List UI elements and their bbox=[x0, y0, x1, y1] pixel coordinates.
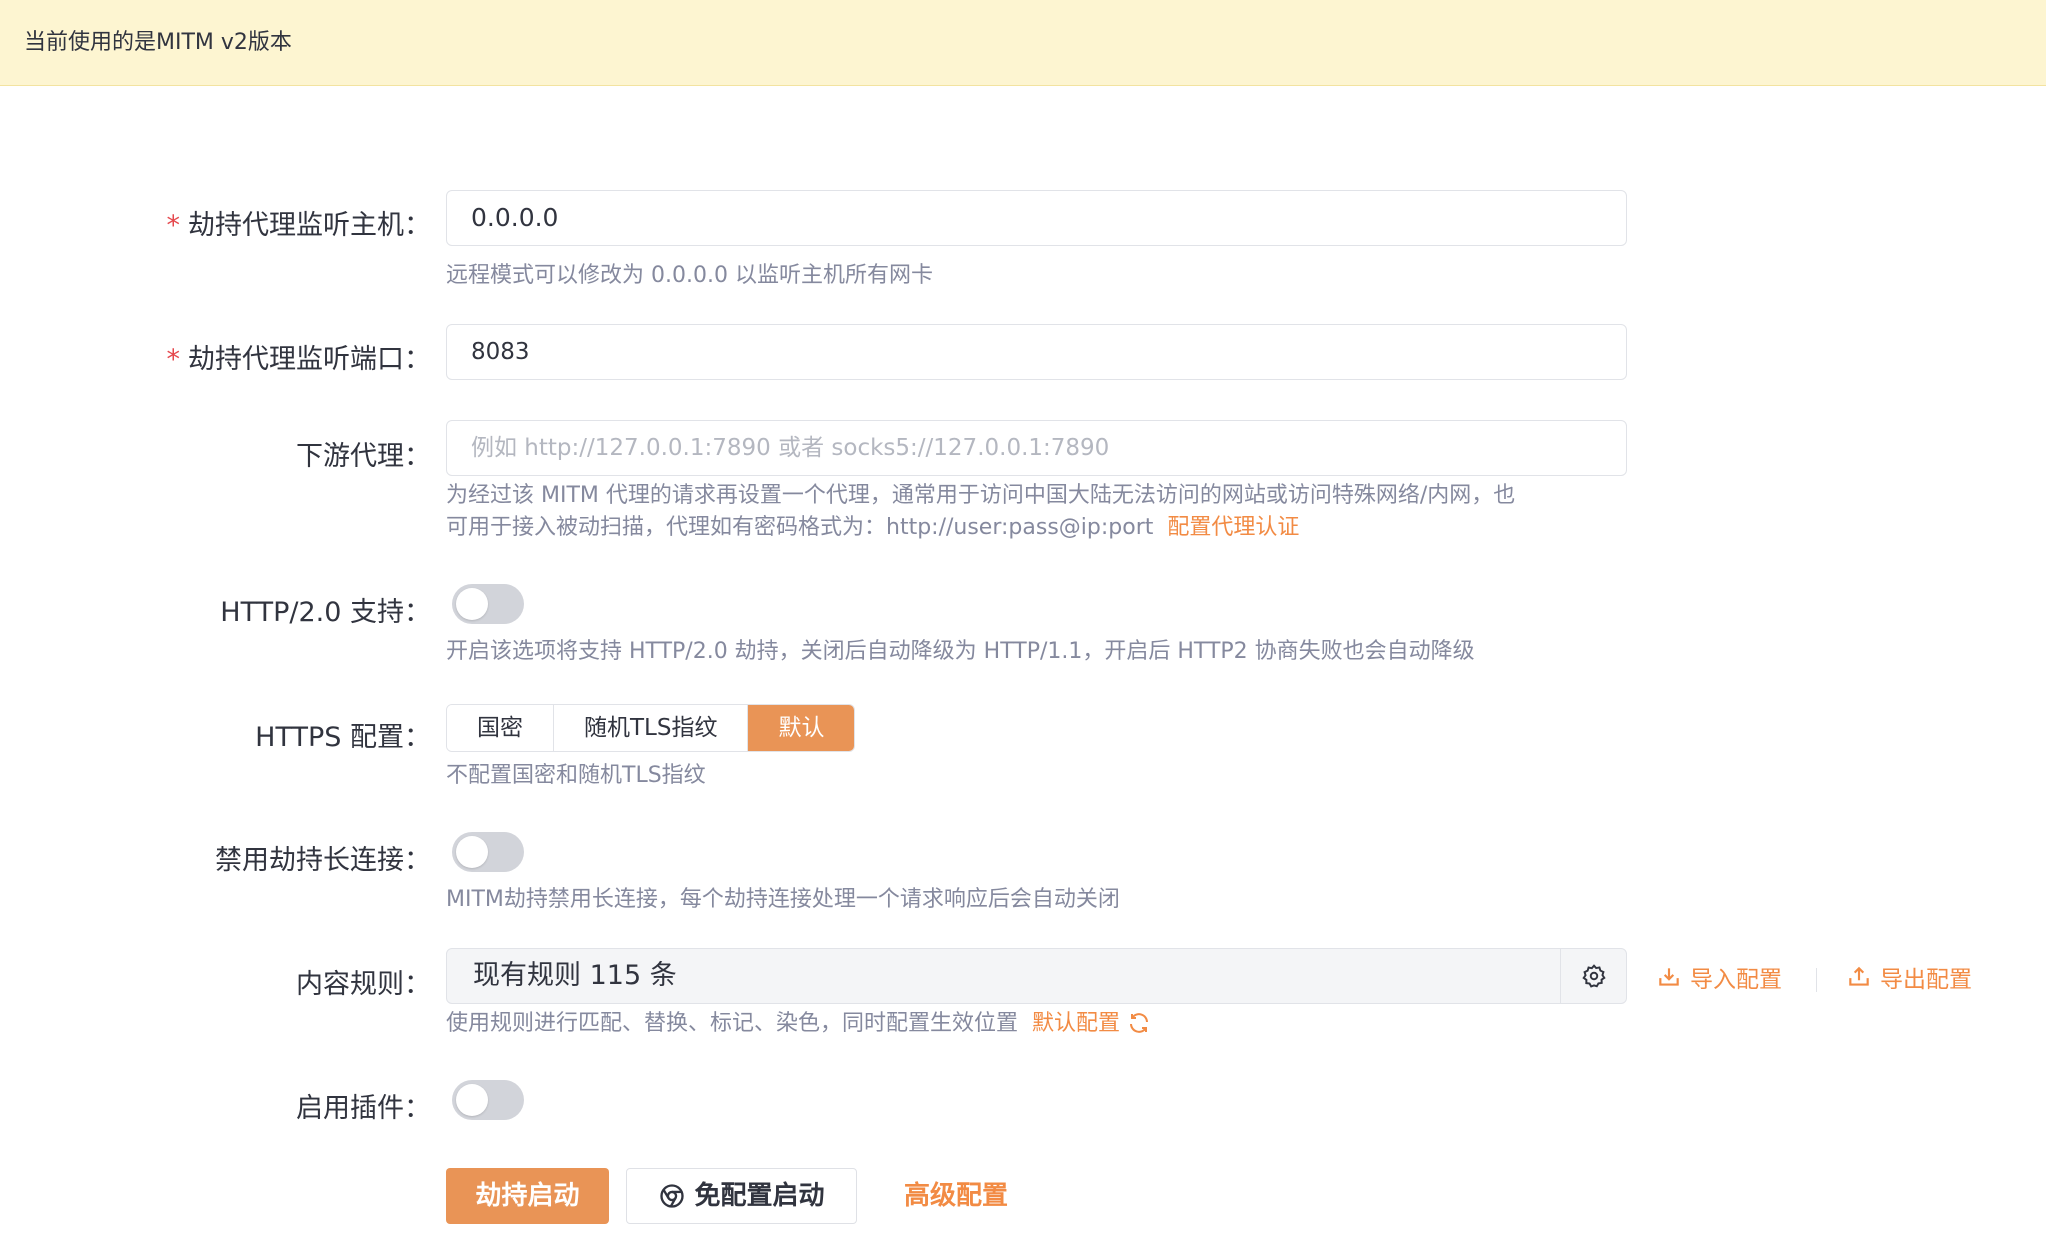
refresh-icon bbox=[1130, 1013, 1149, 1033]
version-banner: 当前使用的是MITM v2版本 bbox=[0, 0, 2046, 86]
host-label-text: 劫持代理监听主机： bbox=[188, 210, 431, 241]
action-divider bbox=[1816, 968, 1817, 992]
toggle-knob bbox=[456, 588, 488, 620]
downstream-help-line2: 可用于接入被动扫描，代理如有密码格式为：http://user:pass@ip:… bbox=[446, 512, 1299, 544]
https-option-random-tls[interactable]: 随机TLS指纹 bbox=[554, 705, 749, 751]
http2-help: 开启该选项将支持 HTTP/2.0 劫持，关闭后自动降级为 HTTP/1.1，开… bbox=[446, 639, 1475, 664]
version-banner-text: 当前使用的是MITM v2版本 bbox=[24, 30, 292, 55]
keepalive-label: 禁用劫持长连接： bbox=[215, 845, 431, 876]
https-segmented-control: 国密 随机TLS指纹 默认 bbox=[446, 704, 856, 752]
rules-summary: 现有规则 115 条 bbox=[473, 960, 677, 991]
downstream-help-text: 可用于接入被动扫描，代理如有密码格式为：http://user:pass@ip:… bbox=[446, 515, 1154, 540]
import-config-label: 导入配置 bbox=[1690, 967, 1782, 993]
export-config-button[interactable]: 导出配置 bbox=[1846, 960, 1972, 994]
downstream-proxy-input[interactable]: 例如 http://127.0.0.1:7890 或者 socks5://127… bbox=[446, 420, 1627, 476]
proxy-auth-link[interactable]: 配置代理认证 bbox=[1167, 515, 1299, 540]
default-config-label: 默认配置 bbox=[1032, 1011, 1121, 1036]
host-help: 远程模式可以修改为 0.0.0.0 以监听主机所有网卡 bbox=[446, 263, 933, 288]
https-help: 不配置国密和随机TLS指纹 bbox=[446, 763, 706, 788]
keepalive-help: MITM劫持禁用长连接，每个劫持连接处理一个请求响应后会自动关闭 bbox=[446, 887, 1120, 912]
default-config-link[interactable]: 默认配置 bbox=[1032, 1011, 1151, 1036]
rules-label: 内容规则： bbox=[296, 969, 431, 1000]
start-no-config-button[interactable]: 免配置启动 bbox=[626, 1168, 857, 1224]
keepalive-toggle[interactable] bbox=[452, 832, 524, 872]
required-mark: * bbox=[166, 210, 181, 241]
https-label: HTTPS 配置： bbox=[255, 722, 431, 753]
chrome-icon bbox=[660, 1184, 685, 1208]
https-option-guomi[interactable]: 国密 bbox=[447, 705, 554, 751]
rules-help-text: 使用规则进行匹配、替换、标记、染色，同时配置生效位置 bbox=[446, 1011, 1019, 1036]
http2-toggle[interactable] bbox=[452, 584, 524, 624]
port-label-text: 劫持代理监听端口： bbox=[188, 344, 431, 375]
export-config-label: 导出配置 bbox=[1880, 967, 1972, 993]
export-icon bbox=[1849, 966, 1869, 986]
downstream-help-line1: 为经过该 MITM 代理的请求再设置一个代理，通常用于访问中国大陆无法访问的网站… bbox=[446, 483, 1516, 508]
http2-label: HTTP/2.0 支持： bbox=[220, 597, 431, 628]
start-no-config-label: 免配置启动 bbox=[694, 1181, 825, 1211]
import-icon bbox=[1659, 968, 1679, 986]
advanced-config-button[interactable]: 高级配置 bbox=[900, 1168, 1012, 1224]
plugins-label: 启用插件： bbox=[296, 1093, 431, 1124]
rules-field[interactable]: 现有规则 115 条 bbox=[446, 948, 1627, 1004]
gear-icon[interactable] bbox=[1560, 949, 1626, 1003]
toggle-knob bbox=[456, 1084, 488, 1116]
plugins-toggle[interactable] bbox=[452, 1080, 524, 1120]
start-hijack-button[interactable]: 劫持启动 bbox=[446, 1168, 609, 1224]
rules-help: 使用规则进行匹配、替换、标记、染色，同时配置生效位置 默认配置 bbox=[446, 1008, 1151, 1040]
toggle-knob bbox=[456, 836, 488, 868]
required-mark: * bbox=[166, 344, 181, 375]
host-label: * 劫持代理监听主机： bbox=[167, 203, 432, 242]
port-input[interactable]: 8083 bbox=[446, 324, 1627, 380]
downstream-label: 下游代理： bbox=[296, 441, 431, 472]
port-label: * 劫持代理监听端口： bbox=[167, 337, 432, 376]
import-config-button[interactable]: 导入配置 bbox=[1656, 960, 1782, 994]
host-input[interactable]: 0.0.0.0 bbox=[446, 190, 1627, 246]
https-option-default[interactable]: 默认 bbox=[748, 705, 855, 751]
